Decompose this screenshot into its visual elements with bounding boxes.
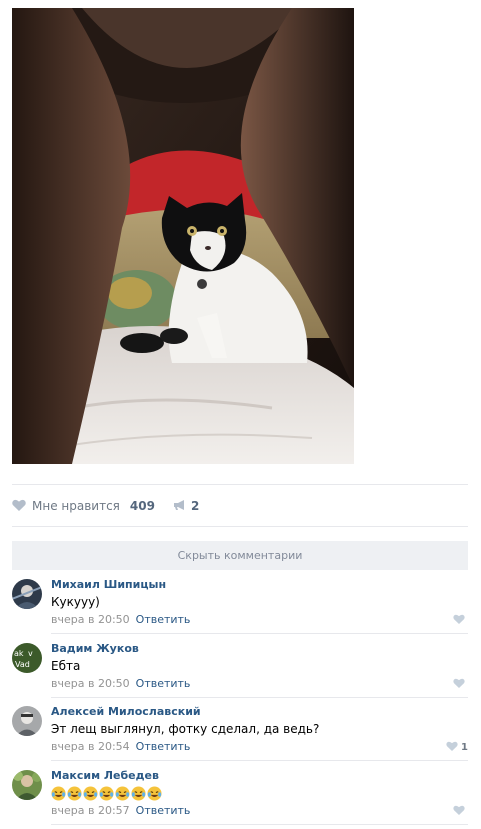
hide-comments-button[interactable]: Скрыть комментарии — [12, 541, 468, 570]
comment-time[interactable]: вчера в 20:57 — [51, 804, 130, 817]
megaphone-icon — [173, 499, 187, 514]
comment-like-button[interactable] — [453, 614, 468, 627]
comment-text: Кукууу) — [51, 595, 100, 609]
comment-item: Максим Лебедев вчера в 20:57 Ответить — [12, 762, 468, 825]
reply-link[interactable]: Ответить — [136, 677, 191, 690]
svg-text:Vad: Vad — [15, 660, 30, 669]
share-button[interactable]: 2 — [173, 499, 199, 514]
comment-time[interactable]: вчера в 20:50 — [51, 613, 130, 626]
comment-author[interactable]: Алексей Милославский — [51, 705, 201, 718]
comment-like-count: 1 — [461, 742, 468, 753]
laughing-crying-emoji-icon — [67, 786, 82, 801]
avatar[interactable] — [12, 770, 42, 800]
avatar[interactable] — [12, 579, 42, 609]
like-button[interactable]: Мне нравится 409 — [12, 499, 155, 514]
comment-meta: вчера в 20:54 Ответить — [51, 740, 190, 753]
comment-like-button[interactable] — [453, 805, 468, 818]
reply-link[interactable]: Ответить — [136, 613, 191, 626]
comment-item: ak v Vad Вадим Жуков Ебта вчера в 20:50 Отв… — [12, 635, 468, 698]
laughing-crying-emoji-icon — [131, 786, 146, 801]
comment-meta: вчера в 20:50 Ответить — [51, 677, 190, 690]
comment-meta: вчера в 20:57 Ответить — [51, 804, 190, 817]
comment-author[interactable]: Максим Лебедев — [51, 769, 159, 782]
comment-item: Алексей Милославский Эт лещ выглянул, фо… — [12, 698, 468, 761]
like-label: Мне нравится — [32, 499, 120, 513]
comment-author[interactable]: Вадим Жуков — [51, 642, 139, 655]
comment-time[interactable]: вчера в 20:54 — [51, 740, 130, 753]
laughing-crying-emoji-icon — [115, 786, 130, 801]
reply-link[interactable]: Ответить — [136, 804, 191, 817]
reply-link[interactable]: Ответить — [136, 740, 191, 753]
post-actions: Мне нравится 409 2 — [12, 497, 199, 515]
comment-like-button[interactable]: 1 — [446, 741, 468, 754]
comment-divider — [51, 633, 468, 634]
comment-text: Эт лещ выглянул, фотку сделал, да ведь? — [51, 722, 320, 736]
svg-text:ak: ak — [14, 649, 24, 658]
heart-icon — [446, 741, 458, 754]
svg-text:v: v — [28, 649, 33, 658]
laughing-crying-emoji-icon — [83, 786, 98, 801]
comment-like-button[interactable] — [453, 678, 468, 691]
comment-item: Михаил Шипицын Кукууу) вчера в 20:50 Отве… — [12, 571, 468, 634]
comment-meta: вчера в 20:50 Ответить — [51, 613, 190, 626]
laughing-crying-emoji-icon — [51, 786, 66, 801]
heart-icon — [12, 499, 26, 514]
comment-divider — [51, 760, 468, 761]
laughing-crying-emoji-icon — [147, 786, 162, 801]
actions-bottom-divider — [12, 526, 468, 527]
actions-top-divider — [12, 484, 468, 485]
heart-icon — [453, 678, 465, 691]
like-count: 409 — [129, 499, 155, 513]
avatar[interactable]: ak v Vad — [12, 643, 42, 673]
share-count: 2 — [190, 499, 200, 513]
heart-icon — [453, 805, 465, 818]
comment-author[interactable]: Михаил Шипицын — [51, 578, 166, 591]
laughing-crying-emoji-icon — [99, 786, 114, 801]
cat-photo-image — [12, 8, 354, 464]
avatar[interactable] — [12, 706, 42, 736]
post-photo[interactable] — [12, 8, 354, 464]
comment-time[interactable]: вчера в 20:50 — [51, 677, 130, 690]
comment-emoji-row — [51, 786, 163, 801]
comment-divider — [51, 824, 468, 825]
heart-icon — [453, 614, 465, 627]
comment-text: Ебта — [51, 659, 81, 673]
